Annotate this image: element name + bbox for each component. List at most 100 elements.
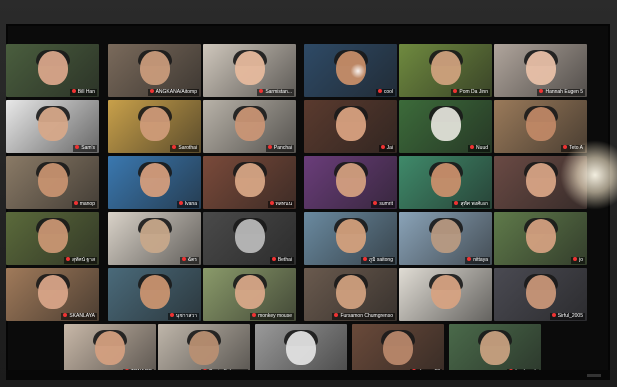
mic-muted-icon	[252, 313, 257, 317]
participant-name-text: Bill Han	[77, 89, 95, 95]
participant-name-text: SKANLAYA	[69, 313, 95, 319]
participant-face	[430, 107, 461, 142]
participant-face	[430, 163, 461, 198]
participant-face	[37, 107, 68, 142]
participant-name-label: Sarothai	[170, 145, 199, 152]
participant-video-tile[interactable]: ทสทนน	[203, 156, 296, 209]
participant-video-tile[interactable]: ฉัตร	[108, 212, 201, 265]
participant-face	[525, 51, 556, 86]
participant-video-tile[interactable]: Sirful_2005	[494, 268, 587, 321]
participant-name-label: Fursamon Chumgrenso	[332, 313, 395, 320]
participant-name-text: สุทัศน์ ฐาส	[72, 257, 95, 263]
participant-video-tile[interactable]: Fursamon Chumgrenso	[304, 268, 397, 321]
mic-muted-icon	[380, 145, 385, 149]
participant-name-label: Pom Da Jinn	[451, 89, 490, 96]
participant-name-text: Sarothai	[178, 145, 197, 151]
participant-name-label: sumrit	[371, 201, 395, 208]
participant-video-tile[interactable]: Pom Da Jinn	[399, 44, 492, 97]
mic-muted-icon	[470, 145, 475, 149]
participant-video-tile[interactable]: Ivana	[108, 156, 201, 209]
participant-video-tile[interactable]: นุชาาสวา	[108, 268, 201, 321]
participant-name-label: Hannah Eugen 5	[537, 89, 585, 96]
participant-name-text: Hannah Eugen 5	[545, 89, 583, 95]
participant-video-tile[interactable]: Bill Han	[6, 44, 99, 97]
participant-video-tile[interactable]	[399, 268, 492, 321]
participant-face	[286, 331, 316, 366]
participant-face	[95, 331, 125, 366]
participant-face	[37, 275, 68, 310]
participant-name-text: ภูมิ saitong	[368, 257, 393, 263]
participant-name-label: jo	[571, 257, 585, 264]
participant-face	[430, 51, 461, 86]
mic-muted-icon	[66, 257, 71, 261]
participant-face	[383, 331, 413, 366]
participant-face	[234, 275, 265, 310]
participant-video-tile[interactable]: สุทัศ พงศ์เอก	[399, 156, 492, 209]
participant-name-text: monkey mouse	[258, 313, 292, 319]
mic-muted-icon	[75, 145, 80, 149]
mic-muted-icon	[271, 257, 276, 261]
participant-video-tile[interactable]: monkey mouse	[203, 268, 296, 321]
participant-video-tile[interactable]	[494, 156, 587, 209]
participant-face	[525, 219, 556, 254]
participant-name-label: Sarmistan...	[257, 89, 294, 96]
participant-video-tile[interactable]: Nuud	[399, 100, 492, 153]
participant-name-label: manop	[71, 201, 97, 208]
participant-name-text: Sarmistan...	[265, 89, 292, 95]
participant-video-tile[interactable]: nittaya	[399, 212, 492, 265]
mic-muted-icon	[71, 89, 76, 93]
mic-muted-icon	[467, 257, 472, 261]
gallery-row: Bill Han ANGKANA/Aitomp Sarmistan... cool Po…	[6, 44, 587, 97]
gallery-row: Sam's Sarothai Panchai Jai Nuud Teto A	[6, 100, 587, 153]
participant-face	[525, 107, 556, 142]
participant-video-tile[interactable]: Hannah Eugen 5	[494, 44, 587, 97]
participant-video-tile[interactable]: Sam's	[6, 100, 99, 153]
mic-muted-icon	[267, 145, 272, 149]
participant-name-text: Sam's	[81, 145, 95, 151]
participant-video-tile[interactable]: Bethai	[203, 212, 296, 265]
participant-video-tile[interactable]: sumrit	[304, 156, 397, 209]
participant-video-tile[interactable]: Sarmistan...	[203, 44, 296, 97]
participant-video-tile[interactable]: Teto A	[494, 100, 587, 153]
participant-video-tile[interactable]: Jai	[304, 100, 397, 153]
participant-name-label: นุชาาสวา	[167, 313, 199, 320]
participant-face	[37, 163, 68, 198]
participant-face	[139, 107, 170, 142]
participant-name-text: manop	[79, 201, 95, 207]
participant-name-text: sumrit	[379, 201, 393, 207]
participant-video-tile[interactable]: ANGKANA/Aitomp	[108, 44, 201, 97]
participant-name-label: cool	[375, 89, 395, 96]
participant-name-text: Pom Da Jinn	[459, 89, 488, 95]
participant-name-text: Panchai	[273, 145, 292, 151]
mic-muted-icon	[454, 201, 459, 205]
participant-name-label: Sirful_2005	[549, 313, 585, 320]
participant-video-tile[interactable]: สุทัศน์ ฐาส	[6, 212, 99, 265]
participant-name-text: nittaya	[473, 257, 488, 263]
participant-face	[139, 163, 170, 198]
participant-name-text: cool	[383, 89, 393, 95]
participant-video-tile[interactable]: jo	[494, 212, 587, 265]
participant-face	[139, 275, 170, 310]
participant-video-tile[interactable]: manop	[6, 156, 99, 209]
participant-video-tile[interactable]: Sarothai	[108, 100, 201, 153]
participant-video-tile[interactable]: ภูมิ saitong	[304, 212, 397, 265]
mic-muted-icon	[73, 201, 78, 205]
participant-name-text: Sirful_2005	[557, 313, 583, 319]
mic-muted-icon	[373, 201, 378, 205]
participant-video-tile[interactable]: Panchai	[203, 100, 296, 153]
participant-name-label: ฉัตร	[179, 257, 199, 264]
participant-face	[525, 275, 556, 310]
participant-name-text: ฉัตร	[187, 257, 197, 263]
participant-name-label: nittaya	[465, 257, 490, 264]
participant-face	[234, 107, 265, 142]
participant-name-text: ANGKANA/Aitomp	[155, 89, 197, 95]
participant-name-label: Nuud	[468, 145, 490, 152]
gallery-row: SKANLAYA นุชาาสวา monkey mouse Fursamon Chu…	[6, 268, 587, 321]
participant-face	[139, 51, 170, 86]
participant-face	[480, 331, 510, 366]
mic-muted-icon	[551, 313, 556, 317]
participant-video-tile[interactable]: SKANLAYA	[6, 268, 99, 321]
participant-name-label: Panchai	[265, 145, 294, 152]
participant-name-text: Teto A	[569, 145, 583, 151]
mic-muted-icon	[259, 89, 264, 93]
